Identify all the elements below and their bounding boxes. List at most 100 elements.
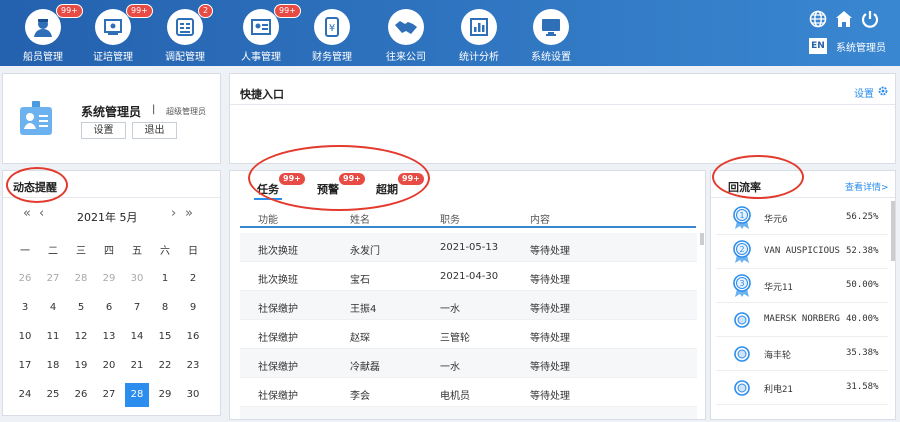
calendar-day[interactable]: 26	[67, 380, 95, 409]
table-cell: 社保缴护	[258, 362, 298, 373]
calendar-day[interactable]: 12	[67, 322, 95, 351]
calendar-day[interactable]: 5	[67, 293, 95, 322]
calendar-day[interactable]: 23	[179, 351, 207, 380]
nav-statistics[interactable]: 统计分析	[444, 0, 514, 66]
calendar-day[interactable]: 11	[39, 322, 67, 351]
table-cell: 冷献磊	[350, 362, 380, 373]
nav-crew-management[interactable]: 99+ 船员管理	[8, 0, 83, 66]
list-item[interactable]: MAERSK NORBERG 40.00%	[716, 303, 888, 337]
calendar-day[interactable]: 3	[11, 293, 39, 322]
nav-partner-companies[interactable]: 往来公司	[371, 0, 441, 66]
calendar-day[interactable]: 21	[123, 351, 151, 380]
nav-finance-management[interactable]: ¥ 财务管理	[297, 0, 367, 66]
table-row[interactable]: 批次换班 永发门 2021-05-13 等待处理	[240, 233, 697, 262]
next-year-button[interactable]: »	[185, 206, 193, 221]
next-month-button[interactable]: ›	[171, 206, 176, 221]
calendar-day[interactable]: 28	[67, 264, 95, 293]
table-row[interactable]: 社保缴护 冷献磊 一水 等待处理	[240, 349, 697, 378]
quick-entry-settings-link[interactable]: 设置	[854, 85, 874, 100]
calendar-day[interactable]: 16	[179, 322, 207, 351]
list-item[interactable]: 海丰轮 35.38%	[716, 337, 888, 371]
nav-system-settings[interactable]: 系统设置	[516, 0, 586, 66]
calendar-day[interactable]: 29	[95, 264, 123, 293]
calendar-day[interactable]: 24	[11, 380, 39, 409]
calendar-week: 24 25 26 27 28 29 30	[11, 380, 207, 409]
prev-year-button[interactable]: «	[23, 206, 31, 221]
weekday-row: 一二三四五六日	[11, 235, 207, 264]
home-icon[interactable]	[835, 10, 853, 28]
vessel-name: VAN AUSPICIOUS	[764, 246, 840, 256]
calendar-week: 26 27 28 29 30 1 2	[11, 264, 207, 293]
table-cell: 等待处理	[530, 333, 570, 344]
calendar-day[interactable]: 6	[95, 293, 123, 322]
gear-icon[interactable]	[877, 85, 889, 100]
calendar-day[interactable]: 7	[123, 293, 151, 322]
list-item[interactable]: 利电21 31.58%	[716, 371, 888, 405]
tab-warnings[interactable]: 预警	[317, 181, 339, 197]
calendar-day[interactable]: 17	[11, 351, 39, 380]
profile-settings-button[interactable]: 设置	[81, 122, 126, 139]
list-item[interactable]: 1 华元6 56.25%	[716, 201, 888, 235]
language-toggle-button[interactable]: EN	[809, 38, 827, 54]
calendar-day[interactable]: 18	[39, 351, 67, 380]
calendar-day[interactable]: 4	[39, 293, 67, 322]
calendar-day[interactable]: 19	[67, 351, 95, 380]
finance-icon: ¥	[314, 9, 350, 45]
tab-overdue[interactable]: 超期	[376, 181, 398, 197]
nav-label: 证培管理	[93, 52, 133, 63]
reflux-rate-value: 31.58%	[846, 382, 879, 392]
table-row[interactable]: 社保缴护 李会 电机员 等待处理	[240, 378, 697, 407]
handshake-icon	[388, 9, 424, 45]
calendar-day[interactable]: 29	[151, 380, 179, 409]
tab-tasks[interactable]: 任务	[257, 181, 279, 197]
column-header: 功能	[258, 215, 278, 226]
calendar-day[interactable]: 25	[39, 380, 67, 409]
current-user-name[interactable]: 系统管理员	[836, 39, 886, 54]
list-item[interactable]: 3 华元11 50.00%	[716, 269, 888, 303]
crew-icon	[25, 9, 61, 45]
calendar-day[interactable]: 22	[151, 351, 179, 380]
logout-button[interactable]: 退出	[132, 122, 177, 139]
table-row[interactable]: 批次换班 宝石 2021-04-30 等待处理	[240, 262, 697, 291]
weekday-label: 二	[48, 246, 58, 257]
calendar-day[interactable]: 20	[95, 351, 123, 380]
table-cell: 社保缴护	[258, 333, 298, 344]
table-row[interactable]: 社保缴护 赵琛 三管轮 等待处理	[240, 320, 697, 349]
rank-medal-icon: 3	[733, 274, 751, 301]
calendar-day[interactable]: 1	[151, 264, 179, 293]
calendar-day[interactable]: 13	[95, 322, 123, 351]
calendar-day[interactable]: 30	[123, 264, 151, 293]
table-cell: 电机员	[440, 391, 470, 402]
calendar-day[interactable]: 27	[95, 380, 123, 409]
rank-medal-icon: 2	[733, 240, 751, 267]
calendar-day[interactable]: 27	[39, 264, 67, 293]
nav-dispatch-management[interactable]: 2 调配管理	[150, 0, 220, 66]
tab-warnings-badge: 99+	[339, 173, 365, 185]
table-row[interactable]: 社保缴护 王振4 一水 等待处理	[240, 291, 697, 320]
table-row[interactable]: 社保缴护 魏伟 大厨 等待处理	[240, 407, 697, 419]
nav-certificate-management[interactable]: 99+ 证培管理	[78, 0, 153, 66]
table-cell: 等待处理	[530, 362, 570, 373]
calendar-day[interactable]: 14	[123, 322, 151, 351]
divider	[711, 197, 895, 198]
list-item[interactable]: 2 VAN AUSPICIOUS 52.38%	[716, 235, 888, 269]
calendar-day[interactable]: 9	[179, 293, 207, 322]
calendar-day[interactable]: 30	[179, 380, 207, 409]
scrollbar[interactable]	[891, 201, 895, 261]
calendar-day[interactable]: 28	[123, 380, 151, 409]
calendar-day[interactable]: 15	[151, 322, 179, 351]
prev-month-button[interactable]: ‹	[39, 206, 44, 221]
view-details-link[interactable]: 查看详情>	[845, 180, 889, 193]
rank-medal-icon: 1	[733, 206, 751, 233]
power-icon[interactable]	[861, 10, 879, 28]
nav-personnel-management[interactable]: 99+ 人事管理	[226, 0, 301, 66]
svg-text:2: 2	[739, 245, 744, 254]
calendar-day[interactable]: 8	[151, 293, 179, 322]
calendar-month-label: 2021年 5月	[77, 211, 138, 224]
globe-icon[interactable]	[809, 10, 827, 28]
scrollbar[interactable]	[700, 233, 704, 245]
calendar-day[interactable]: 26	[11, 264, 39, 293]
table-cell: 等待处理	[530, 416, 570, 419]
calendar-day[interactable]: 2	[179, 264, 207, 293]
calendar-day[interactable]: 10	[11, 322, 39, 351]
